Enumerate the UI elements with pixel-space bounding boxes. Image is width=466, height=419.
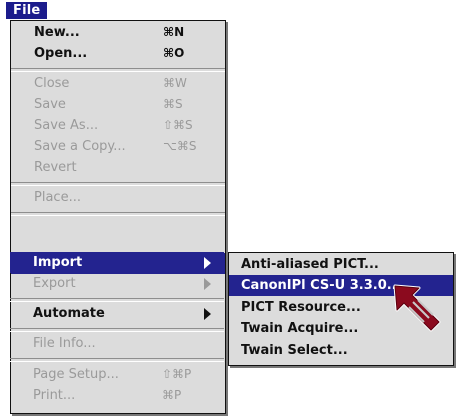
- submenu-item-label: CanonIPl CS-U 3.3.0...: [241, 278, 402, 293]
- menu-item-label: Automate: [33, 306, 105, 321]
- submenu-arrow-icon: [204, 278, 211, 290]
- submenu-arrow-icon: [204, 257, 211, 269]
- submenu-item-label: PICT Resource...: [241, 300, 361, 315]
- menu-item-file-info[interactable]: File Info...: [10, 333, 224, 354]
- submenu-item-label: Twain Select...: [241, 343, 348, 358]
- menu-bar: File: [0, 0, 466, 20]
- menu-item-label: Import: [33, 255, 83, 270]
- menu-item-automate[interactable]: Automate: [10, 303, 224, 324]
- menu-item-label: File Info...: [33, 336, 96, 351]
- menu-separator: [10, 358, 224, 362]
- menu-item-label: Export: [33, 276, 76, 291]
- shortcut-label: ⌘P: [162, 388, 182, 402]
- arrow-pointer-icon: [393, 284, 441, 332]
- submenu-item-label: Twain Acquire...: [241, 321, 359, 336]
- menu-item-import[interactable]: Import: [10, 252, 224, 273]
- file-menu-title[interactable]: File: [6, 2, 48, 19]
- shortcut-label: ⇧⌘P: [162, 367, 192, 381]
- submenu-item-label: Anti-aliased PICT...: [241, 257, 379, 272]
- menu-item-print[interactable]: Print... ⌘P: [10, 385, 224, 406]
- menu-item-label: Print...: [33, 388, 76, 403]
- menu-item-page-setup[interactable]: Page Setup... ⇧⌘P: [10, 364, 224, 385]
- menu-item-label: Page Setup...: [33, 367, 119, 382]
- submenu-arrow-icon: [204, 308, 211, 320]
- file-menu-body: Import Export Automate File Info... Page…: [10, 20, 224, 412]
- submenu-item-anti-aliased-pict[interactable]: Anti-aliased PICT...: [229, 254, 453, 275]
- menu-separator: [10, 328, 224, 332]
- submenu-item-twain-select[interactable]: Twain Select...: [229, 340, 453, 361]
- menu-separator: [10, 298, 224, 302]
- menu-item-export[interactable]: Export: [10, 273, 224, 294]
